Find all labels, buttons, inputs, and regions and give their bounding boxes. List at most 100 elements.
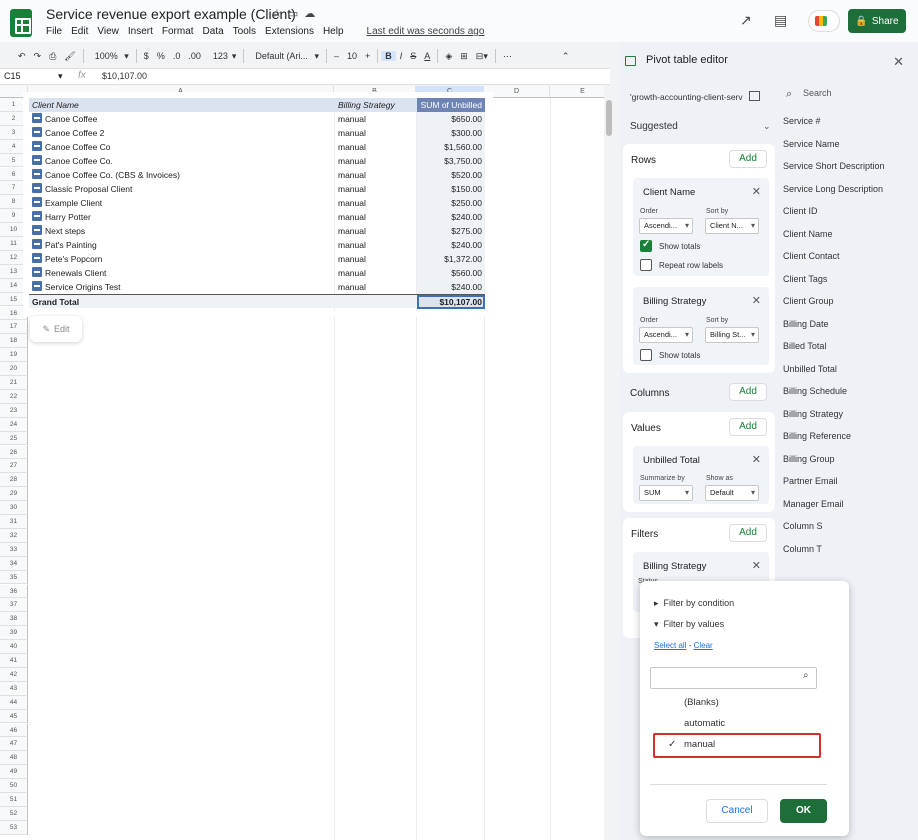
row-header[interactable]: 21 — [0, 376, 28, 390]
grand-total-value[interactable]: $10,107.00 — [417, 295, 485, 309]
collapse-icon[interactable] — [32, 281, 42, 291]
row-header[interactable]: 5 — [0, 153, 28, 168]
vertical-scrollbar[interactable] — [604, 86, 614, 840]
field-list-item[interactable]: Billed Total — [783, 341, 826, 351]
show-totals-checkbox[interactable] — [640, 349, 652, 361]
pivot-sum-cell[interactable]: $520.00 — [417, 168, 485, 182]
row-header[interactable]: 25 — [0, 431, 28, 446]
menu-data[interactable]: Data — [203, 26, 224, 37]
italic-button[interactable]: I — [396, 51, 407, 61]
row-header[interactable]: 53 — [0, 820, 28, 835]
row-header[interactable]: 23 — [0, 403, 28, 418]
collapse-icon[interactable] — [32, 113, 42, 123]
repeat-row-labels-checkbox[interactable] — [640, 259, 652, 271]
collapse-icon[interactable] — [32, 141, 42, 151]
pivot-sum-cell[interactable]: $240.00 — [417, 280, 485, 294]
field-list-item[interactable]: Service # — [783, 116, 821, 126]
row-header[interactable]: 16 — [0, 306, 28, 321]
row-header[interactable]: 10 — [0, 223, 28, 237]
menu-view[interactable]: View — [97, 26, 119, 37]
pivot-sum-cell[interactable]: $300.00 — [417, 126, 485, 140]
row-header[interactable]: 31 — [0, 515, 28, 529]
number-format-select[interactable]: 123 ▾ — [205, 51, 241, 62]
pivot-header-strategy[interactable]: Billing Strategy — [335, 98, 417, 112]
font-size-minus-icon[interactable]: – — [330, 51, 343, 61]
show-as-select[interactable]: Default — [705, 485, 759, 501]
pivot-client-cell[interactable]: Canoe Coffee Co — [29, 140, 335, 154]
pivot-header-client[interactable]: Client Name — [29, 98, 335, 112]
filter-by-values-toggle[interactable]: ▾ Filter by values — [654, 619, 724, 630]
pivot-client-cell[interactable]: Canoe Coffee — [29, 112, 335, 126]
strikethrough-button[interactable]: S — [406, 51, 420, 61]
zoom-select[interactable]: 100% ▾ — [87, 51, 133, 62]
field-list-item[interactable]: Billing Reference — [783, 431, 851, 441]
row-header[interactable]: 22 — [0, 389, 28, 404]
menu-file[interactable]: File — [46, 26, 62, 37]
row-header[interactable]: 35 — [0, 570, 28, 585]
field-list-item[interactable]: Column T — [783, 544, 822, 554]
grand-total-label[interactable]: Grand Total — [29, 295, 335, 309]
sheets-logo-icon[interactable] — [10, 9, 32, 37]
pivot-client-cell[interactable]: Canoe Coffee 2 — [29, 126, 335, 140]
pivot-client-cell[interactable]: Pete's Popcorn — [29, 252, 335, 266]
meet-icon[interactable] — [808, 10, 840, 32]
pivot-header-sum[interactable]: SUM of Unbilled — [417, 98, 485, 112]
collapse-icon[interactable] — [32, 197, 42, 207]
pivot-strategy-cell[interactable]: manual — [335, 252, 417, 266]
share-button[interactable]: 🔒 Share — [848, 9, 906, 33]
pivot-sum-cell[interactable]: $1,560.00 — [417, 140, 485, 154]
collapse-icon[interactable] — [32, 155, 42, 165]
row-header[interactable]: 41 — [0, 654, 28, 668]
pivot-sum-cell[interactable]: $650.00 — [417, 112, 485, 126]
pivot-client-cell[interactable]: Harry Potter — [29, 210, 335, 224]
field-search-input[interactable]: Search — [803, 88, 832, 98]
row-header[interactable]: 50 — [0, 779, 28, 793]
row-header[interactable]: 12 — [0, 250, 28, 265]
pivot-sum-cell[interactable]: $240.00 — [417, 210, 485, 224]
row-header[interactable]: 46 — [0, 723, 28, 738]
font-select[interactable]: Default (Ari... ▾ — [247, 51, 323, 62]
field-list-item[interactable]: Service Short Description — [783, 161, 885, 171]
fill-color-icon[interactable]: ◈ — [441, 51, 456, 62]
text-color-button[interactable]: A — [420, 51, 434, 61]
row-header[interactable]: 8 — [0, 195, 28, 210]
pivot-client-cell[interactable]: Canoe Coffee Co. (CBS & Invoices) — [29, 168, 335, 182]
collapse-icon[interactable] — [32, 169, 42, 179]
row-header[interactable]: 4 — [0, 139, 28, 154]
field-list-item[interactable]: Unbilled Total — [783, 364, 837, 374]
decrease-decimal-button[interactable]: .0 — [169, 51, 185, 61]
collapse-icon[interactable] — [32, 267, 42, 277]
column-header-a[interactable]: A — [28, 86, 334, 98]
star-icon[interactable]: ☆ — [272, 7, 282, 20]
scrollbar-thumb[interactable] — [606, 100, 612, 136]
values-add-button[interactable]: Add — [729, 418, 767, 436]
font-size-plus-icon[interactable]: + — [361, 51, 374, 61]
data-range[interactable]: 'growth-accounting-client-serv — [630, 92, 760, 102]
order-select[interactable]: Ascendi... — [639, 218, 693, 234]
pivot-strategy-cell[interactable]: manual — [335, 196, 417, 210]
pivot-sum-cell[interactable]: $240.00 — [417, 238, 485, 252]
undo-icon[interactable]: ↶ — [14, 51, 30, 62]
menu-help[interactable]: Help — [323, 26, 344, 37]
row-header[interactable]: 13 — [0, 264, 28, 279]
pivot-client-cell[interactable]: Next steps — [29, 224, 335, 238]
column-header-c[interactable]: C — [416, 86, 484, 98]
pivot-client-cell[interactable]: Service Origins Test — [29, 280, 335, 294]
row-header[interactable]: 37 — [0, 598, 28, 613]
currency-format-button[interactable]: $ — [140, 51, 153, 61]
cancel-button[interactable]: Cancel — [706, 799, 768, 823]
remove-field-icon[interactable]: ✕ — [752, 453, 761, 466]
menu-format[interactable]: Format — [162, 26, 194, 37]
row-header[interactable]: 15 — [0, 292, 28, 307]
close-icon[interactable]: ✕ — [893, 54, 904, 70]
filter-value-blanks[interactable]: (Blanks) — [684, 697, 719, 708]
field-list-item[interactable]: Service Long Description — [783, 184, 883, 194]
row-header[interactable]: 44 — [0, 695, 28, 710]
comment-icon[interactable]: ▤ — [774, 12, 787, 29]
sort-by-select[interactable]: Billing St... — [705, 327, 759, 343]
field-list-item[interactable]: Client ID — [783, 206, 818, 216]
row-header[interactable]: 3 — [0, 125, 28, 140]
cloud-status-icon[interactable]: ☁ — [304, 7, 315, 20]
pivot-strategy-cell[interactable]: manual — [335, 154, 417, 168]
field-list-item[interactable]: Billing Group — [783, 454, 835, 464]
